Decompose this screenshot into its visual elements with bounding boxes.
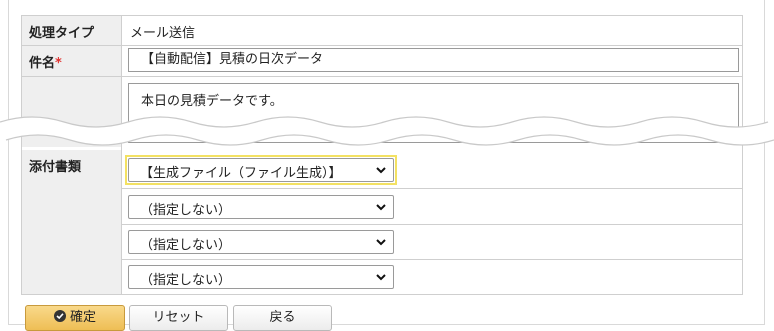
back-button-label: 戻る bbox=[269, 310, 296, 325]
table-border-right bbox=[742, 15, 743, 295]
attachment-select-2-value: （指定しない） bbox=[140, 203, 232, 218]
attachment-select-4-value: （指定しない） bbox=[140, 273, 232, 288]
chevron-down-icon bbox=[376, 204, 386, 211]
subject-label: 件名* bbox=[29, 56, 62, 71]
back-button[interactable]: 戻る bbox=[233, 305, 332, 331]
attachment-select-2[interactable]: （指定しない） bbox=[128, 195, 394, 219]
omission-wave bbox=[0, 116, 774, 146]
check-circle-icon bbox=[53, 310, 66, 322]
process-type-label: 処理タイプ bbox=[29, 26, 95, 41]
row-divider bbox=[21, 76, 742, 77]
attachment-select-4[interactable]: （指定しない） bbox=[128, 265, 394, 289]
attachment-select-3[interactable]: （指定しない） bbox=[128, 230, 394, 254]
attachments-label: 添付書類 bbox=[29, 160, 82, 175]
table-column-divider bbox=[121, 15, 122, 295]
reset-button[interactable]: リセット bbox=[129, 305, 228, 331]
focus-highlight bbox=[125, 155, 397, 185]
table-border-left bbox=[21, 15, 22, 295]
row-divider bbox=[21, 45, 742, 46]
process-type-value: メール送信 bbox=[130, 26, 196, 41]
confirm-button[interactable]: 確定 bbox=[25, 305, 125, 331]
attachment-select-3-value: （指定しない） bbox=[140, 238, 232, 253]
row-divider bbox=[21, 294, 742, 295]
row-divider bbox=[21, 15, 742, 16]
chevron-down-icon bbox=[376, 239, 386, 246]
confirm-button-label: 確定 bbox=[69, 310, 96, 325]
subject-input[interactable]: 【自動配信】見積の日次データ bbox=[128, 48, 739, 72]
required-asterisk: * bbox=[55, 56, 62, 71]
reset-button-label: リセット bbox=[152, 310, 205, 325]
chevron-down-icon bbox=[376, 274, 386, 281]
row-divider bbox=[121, 188, 742, 189]
row-divider bbox=[121, 224, 742, 225]
row-divider bbox=[121, 259, 742, 260]
